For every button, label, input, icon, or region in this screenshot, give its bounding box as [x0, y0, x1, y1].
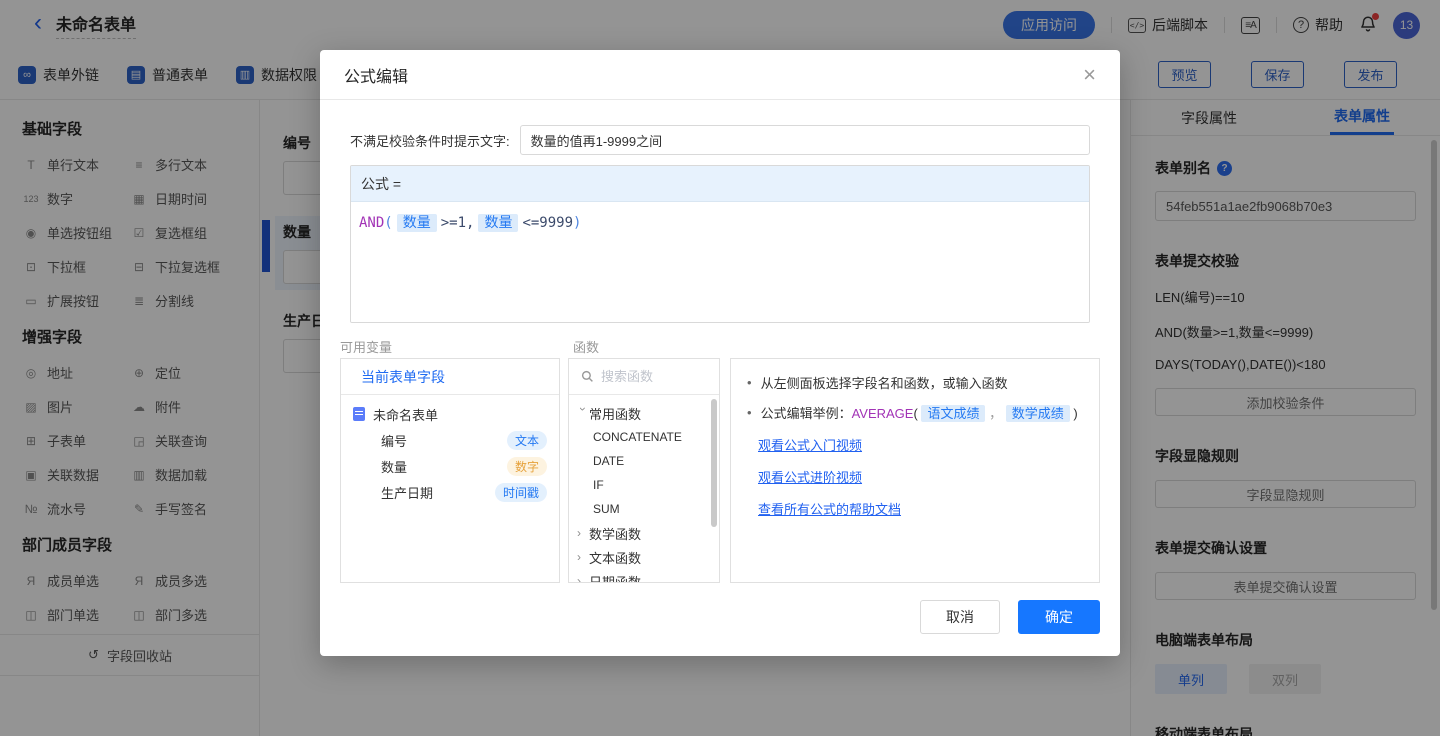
tree-root-form[interactable]: 未命名表单 — [341, 401, 559, 427]
variables-label: 可用变量 — [340, 337, 392, 356]
link-help-docs[interactable]: 查看所有公式的帮助文档 — [758, 499, 1083, 518]
chevron-right-icon: › — [577, 574, 589, 583]
bullet: • — [747, 405, 752, 420]
close-icon[interactable]: × — [1083, 64, 1096, 86]
formula-keyword: AND — [359, 215, 384, 231]
prompt-label: 不满足校验条件时提示文字: — [350, 131, 510, 150]
app-root: ‹ 未命名表单 应用访问 </> 后端脚本 ≡A ? 帮助 13 — [0, 0, 1440, 736]
chevron-right-icon: › — [577, 526, 589, 540]
function-sum[interactable]: SUM — [569, 497, 719, 521]
function-if[interactable]: IF — [569, 473, 719, 497]
type-badge-number: 数字 — [507, 457, 547, 476]
formula-edit-modal: 公式编辑 × 不满足校验条件时提示文字: 公式 = AND(数量>=1,数量<=… — [320, 50, 1120, 656]
variable-serial[interactable]: 编号 文本 — [341, 427, 559, 453]
formula-help-panel: • 从左侧面板选择字段名和函数，或输入函数 • 公式编辑举例：AVERAGE( … — [730, 358, 1100, 583]
function-group-common[interactable]: › 常用函数 — [569, 401, 719, 425]
current-form-fields-tab[interactable]: 当前表单字段 — [341, 359, 559, 395]
confirm-button[interactable]: 确定 — [1018, 600, 1100, 634]
function-group-text[interactable]: › 文本函数 — [569, 545, 719, 569]
formula-field-token: 数量 — [478, 214, 518, 232]
function-group-math[interactable]: › 数学函数 — [569, 521, 719, 545]
function-date[interactable]: DATE — [569, 449, 719, 473]
modal-title: 公式编辑 — [344, 63, 408, 87]
example-field-token: 语文成绩 — [921, 405, 985, 422]
link-intro-video[interactable]: 观看公式入门视频 — [758, 435, 1083, 454]
example-field-token: 数学成绩 — [1006, 405, 1070, 422]
prompt-input[interactable] — [520, 125, 1090, 155]
function-group-date[interactable]: › 日期函数 — [569, 569, 719, 583]
formula-header: 公式 = — [351, 166, 1089, 202]
help-tip-1: 从左侧面板选择字段名和函数，或输入函数 — [761, 373, 1008, 392]
type-badge-timestamp: 时间戳 — [495, 483, 547, 502]
search-icon — [581, 370, 594, 383]
formula-editor[interactable]: 公式 = AND(数量>=1,数量<=9999) — [350, 165, 1090, 323]
cancel-button[interactable]: 取消 — [920, 600, 1000, 634]
variables-panel: 当前表单字段 未命名表单 编号 文本 数量 数字 生产日期 时间戳 — [340, 358, 560, 583]
function-list-scrollbar[interactable] — [711, 399, 717, 527]
variable-quantity[interactable]: 数量 数字 — [341, 453, 559, 479]
chevron-down-icon: › — [576, 407, 590, 419]
chevron-right-icon: › — [577, 550, 589, 564]
function-concatenate[interactable]: CONCATENATE — [569, 425, 719, 449]
form-doc-icon — [353, 407, 365, 421]
formula-body[interactable]: AND(数量>=1,数量<=9999) — [351, 202, 1089, 323]
functions-panel: › 常用函数 CONCATENATE DATE IF SUM › 数学函数 › … — [568, 358, 720, 583]
help-tip-2: 公式编辑举例：AVERAGE( 语文成绩 ， 数学成绩 ) — [761, 403, 1078, 422]
formula-field-token: 数量 — [397, 214, 437, 232]
functions-label: 函数 — [573, 337, 599, 356]
link-advanced-video[interactable]: 观看公式进阶视频 — [758, 467, 1083, 486]
variable-production-date[interactable]: 生产日期 时间戳 — [341, 479, 559, 505]
bullet: • — [747, 375, 752, 390]
type-badge-text: 文本 — [507, 431, 547, 450]
function-search-input[interactable] — [601, 369, 701, 384]
